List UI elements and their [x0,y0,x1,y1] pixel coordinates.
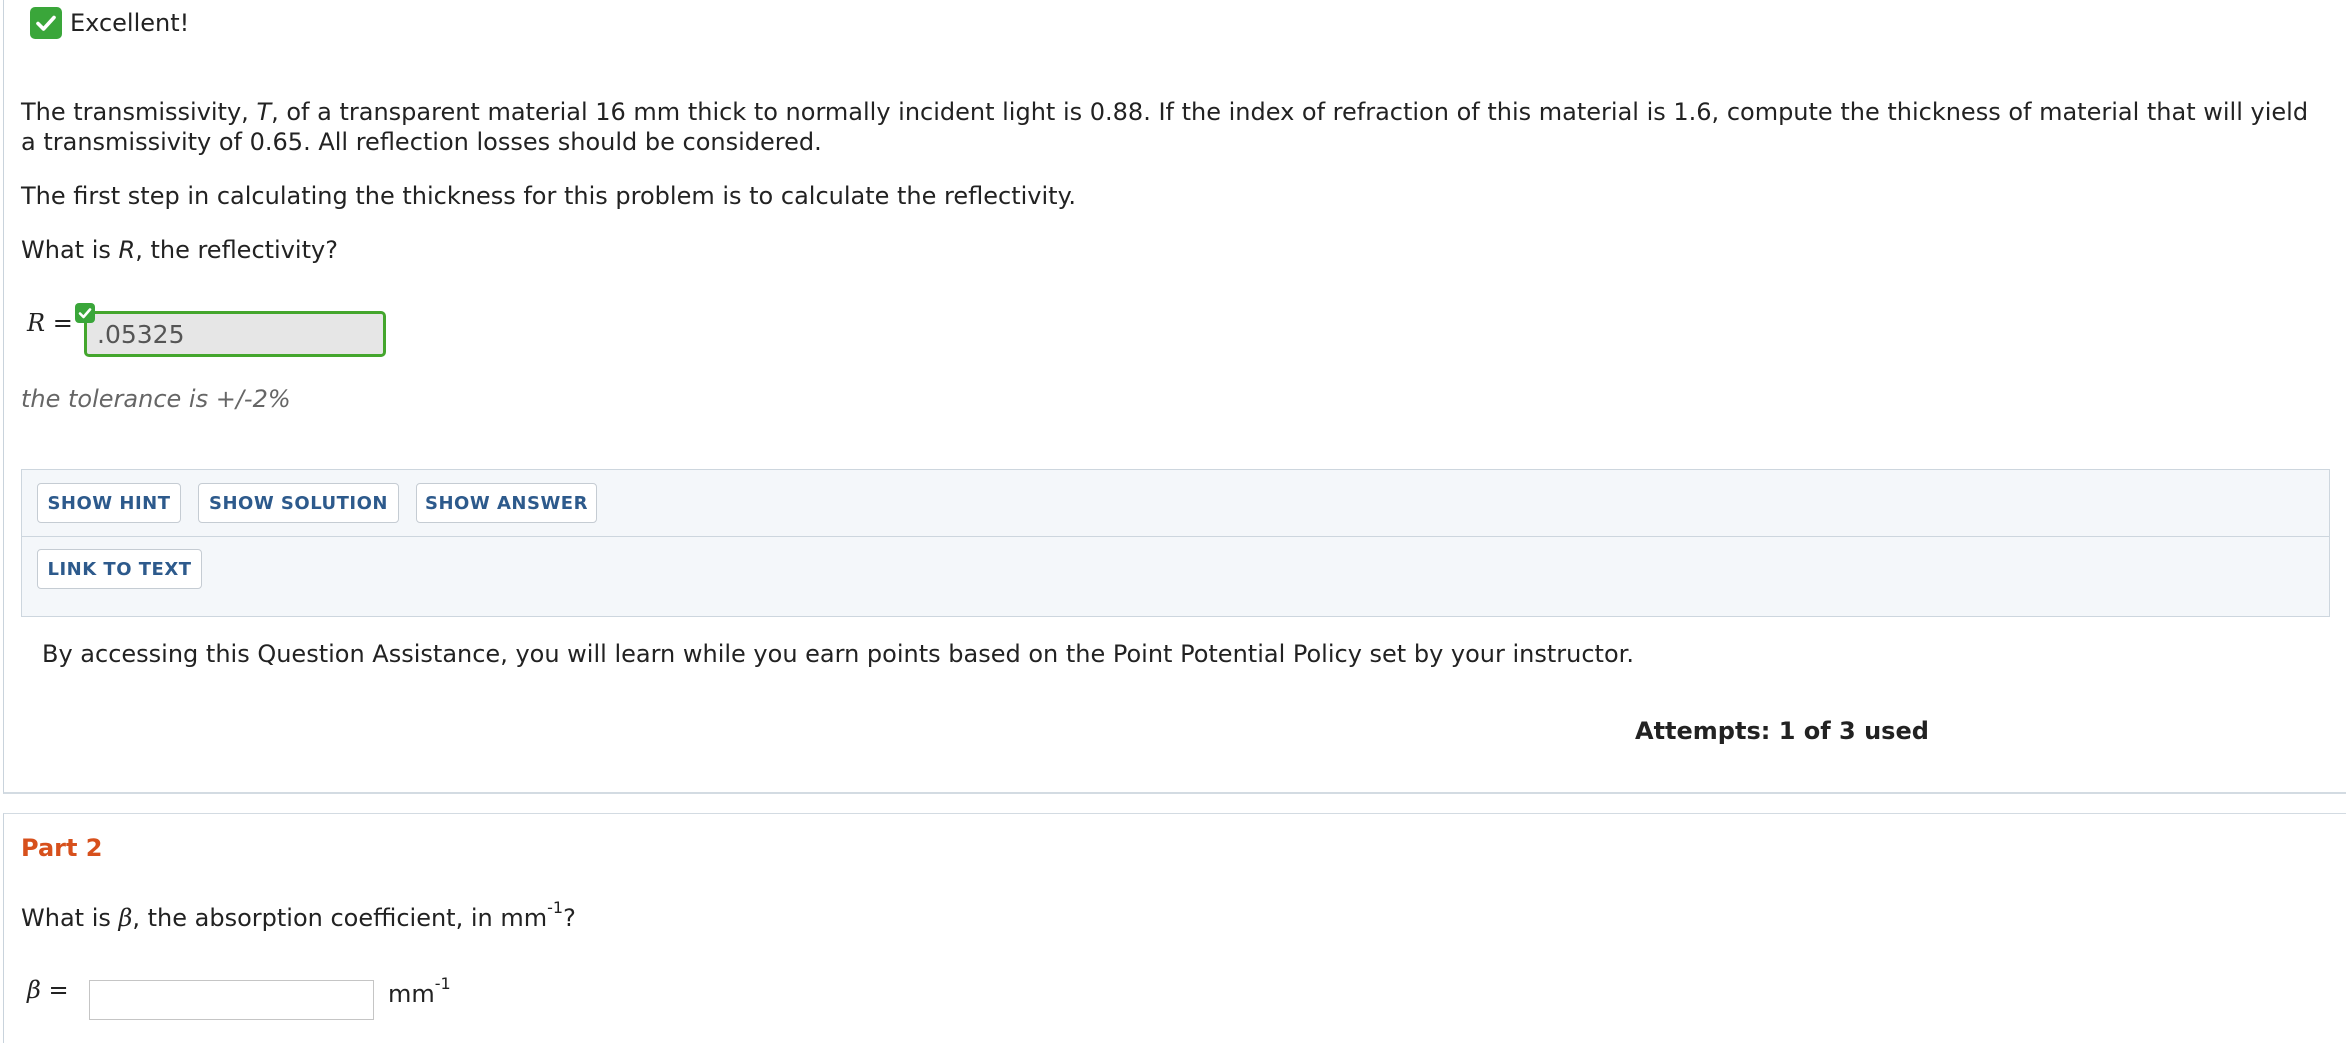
link-to-text-button[interactable]: LINK TO TEXT [37,549,202,589]
panel-divider [22,536,2329,537]
part2-title: Part 2 [21,834,103,862]
symbol-beta: β [118,904,133,932]
question-paragraph-2: The first step in calculating the thickn… [21,182,1076,210]
symbol-t: T [256,98,272,126]
question-paragraph-1: The transmissivity, T, of a transparent … [21,97,2311,157]
show-solution-button[interactable]: SHOW SOLUTION [198,483,399,523]
question-text: What is [21,236,119,264]
unit-base: mm [388,980,435,1008]
feedback-banner: Excellent! [30,6,189,40]
answer-label: R = [27,309,73,337]
symbol-r: R [118,236,136,264]
question-text: , of a transparent material 16 mm thick … [21,98,2309,156]
symbol-beta: β [27,976,41,1004]
unit-exponent: -1 [547,898,564,917]
question-text: ? [563,904,576,932]
question-paragraph-3: What is R, the reflectivity? [21,235,2311,265]
question-text: The transmissivity, [21,98,257,126]
question-assistance-panel: SHOW HINT SHOW SOLUTION SHOW ANSWER LINK… [21,469,2330,617]
question-text: , the reflectivity? [135,236,338,264]
absorption-coefficient-input[interactable] [89,980,374,1020]
checkmark-icon [30,7,62,39]
symbol-r: R [27,309,46,337]
beta-label: β = [27,976,69,1004]
question-text: What is [21,904,119,932]
equals-sign: = [45,309,73,337]
assistance-policy-text: By accessing this Question Assistance, y… [42,640,1634,668]
tolerance-note: the tolerance is +/-2% [21,385,291,413]
attempts-counter: Attempts: 1 of 3 used [1635,717,1929,745]
question-text: , the absorption coefficient, in mm [132,904,548,932]
correct-check-icon [75,303,95,323]
show-answer-button[interactable]: SHOW ANSWER [416,483,597,523]
show-hint-button[interactable]: SHOW HINT [37,483,181,523]
unit-label: mm-1 [388,976,451,1009]
equals-sign: = [40,976,69,1004]
reflectivity-answer-field[interactable]: .05325 [84,311,386,357]
part2-question: What is β, the absorption coefficient, i… [21,900,576,933]
feedback-text: Excellent! [70,9,190,37]
unit-exponent: -1 [434,974,451,993]
